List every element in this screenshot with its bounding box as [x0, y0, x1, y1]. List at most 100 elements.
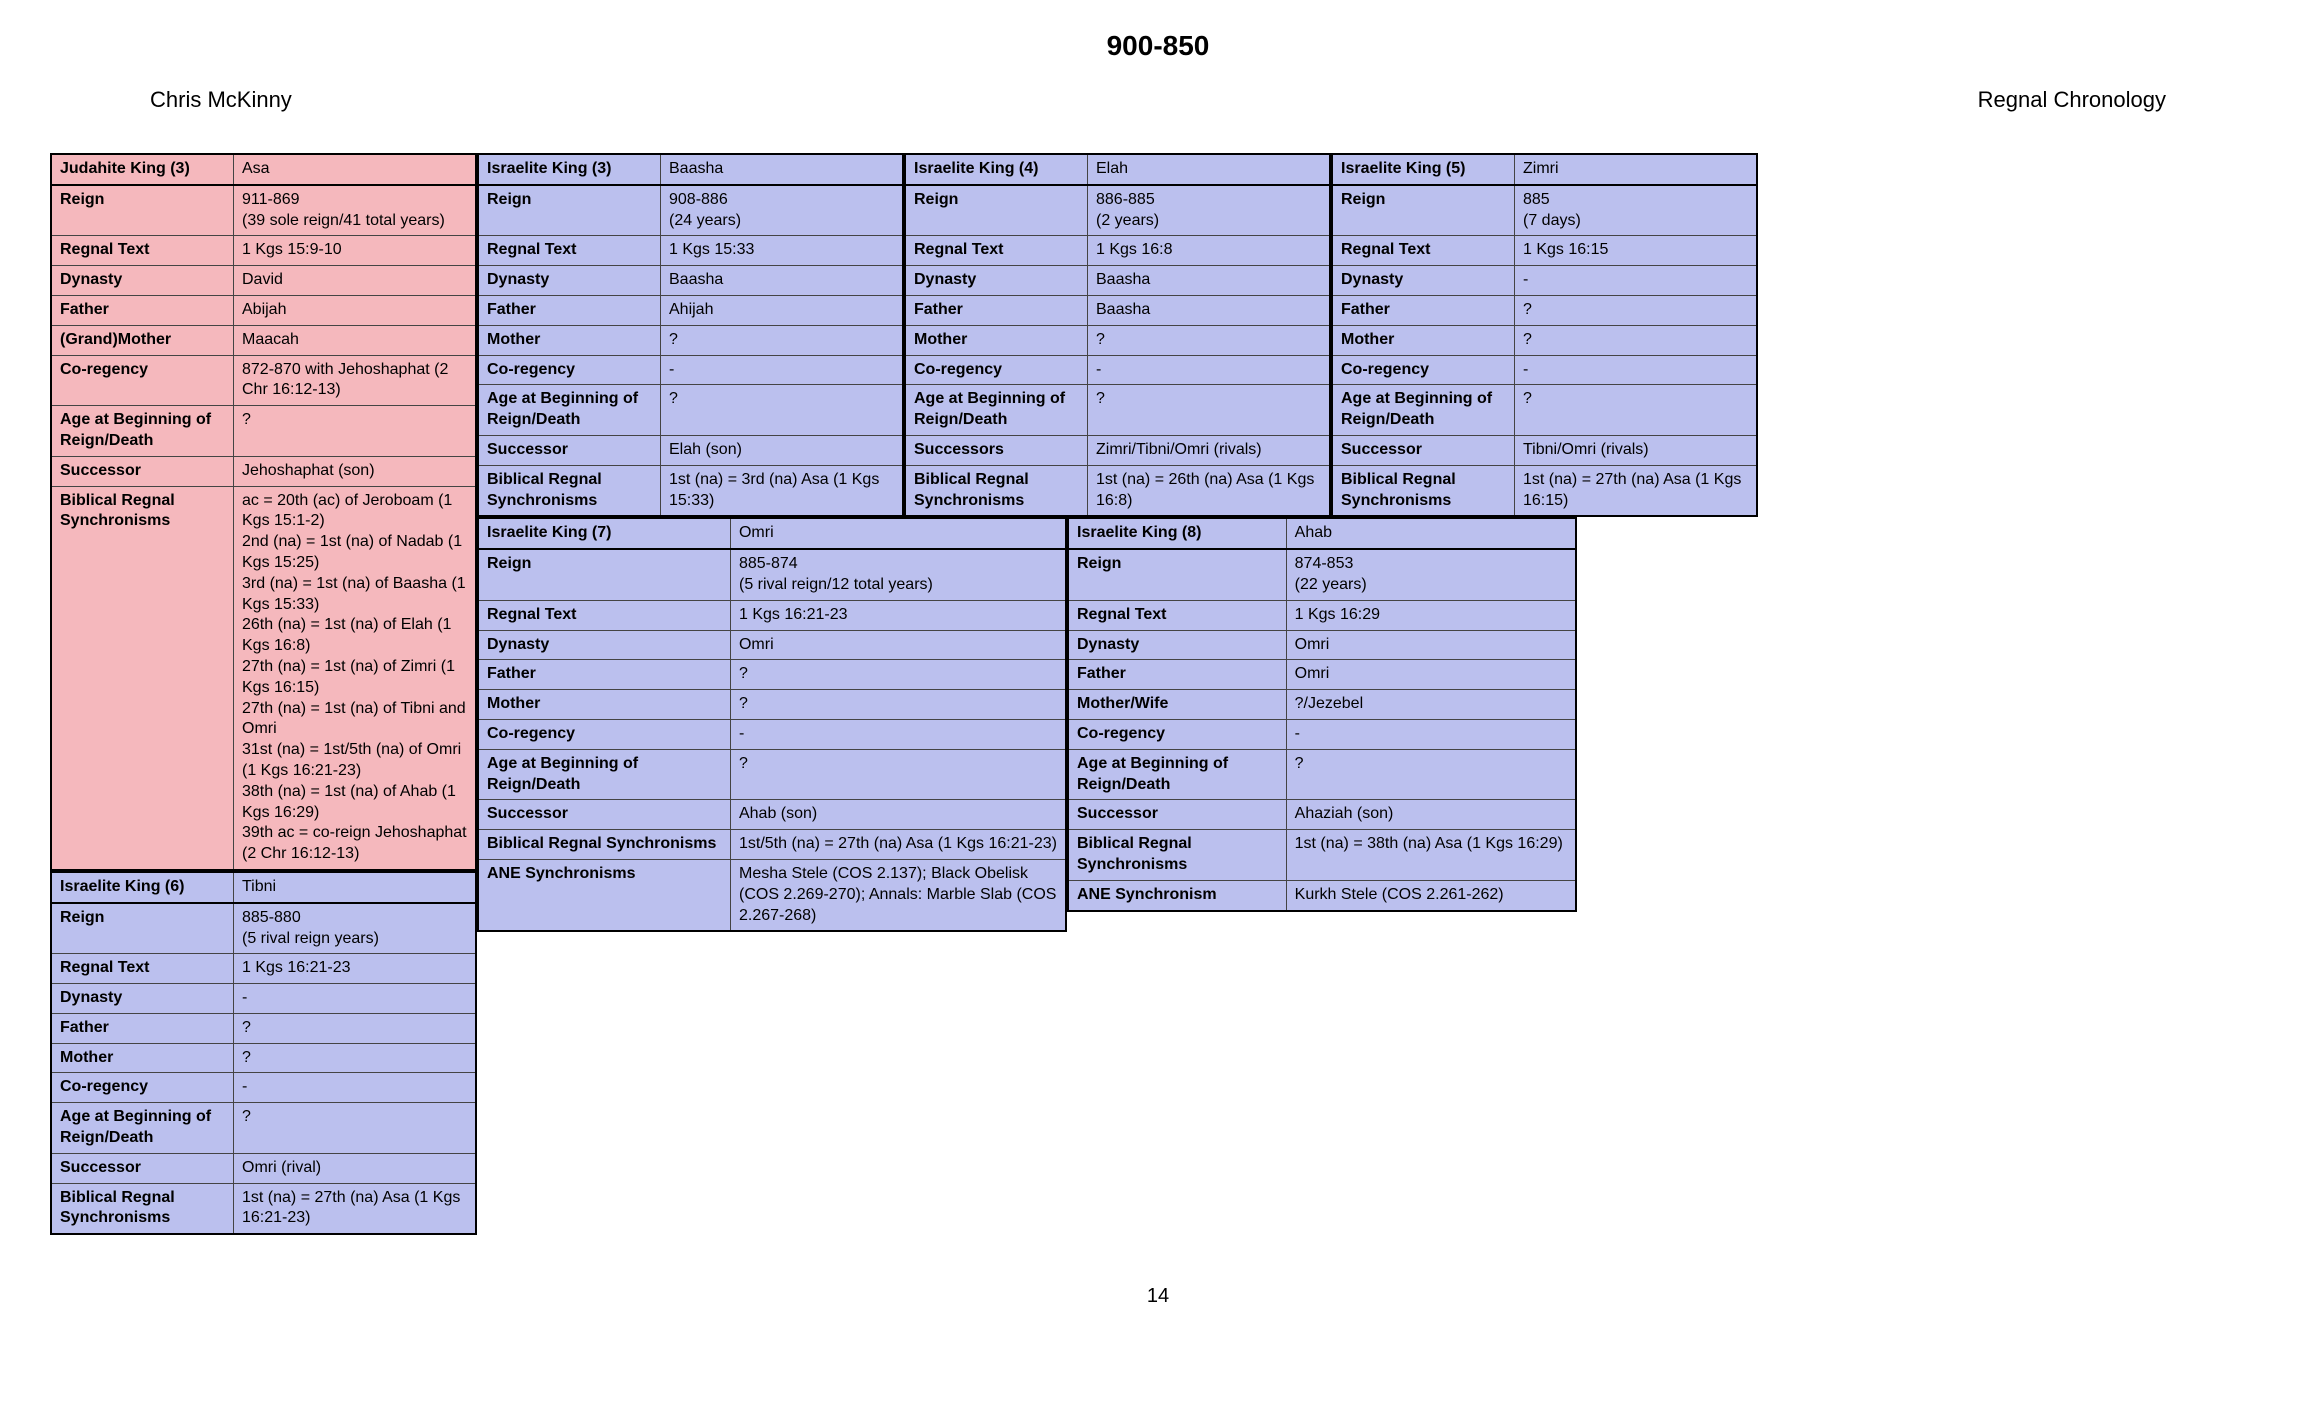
- card-israel-7: Israelite King (7)Omri Reign885-874 (5 r…: [477, 517, 1067, 932]
- row-value: ?: [730, 690, 1066, 720]
- row-label: Successor: [478, 800, 730, 830]
- row-label: Co-regency: [1332, 355, 1515, 385]
- row-label: Regnal Text: [905, 236, 1088, 266]
- row-value: Maacah: [234, 325, 477, 355]
- row-label: Dynasty: [1332, 266, 1515, 296]
- row-value: 1 Kgs 16:8: [1088, 236, 1331, 266]
- row-value: 874-853 (22 years): [1286, 549, 1576, 600]
- row-label: Reign: [478, 549, 730, 600]
- row-value: David: [234, 266, 477, 296]
- row-value: 1st (na) = 38th (na) Asa (1 Kgs 16:29): [1286, 830, 1576, 881]
- row-value: Baasha: [1088, 295, 1331, 325]
- row-label: ANE Synchronism: [1068, 880, 1286, 910]
- row-value: Elah (son): [661, 435, 904, 465]
- row-value: 1st (na) = 27th (na) Asa (1 Kgs 16:15): [1515, 465, 1758, 516]
- row-value: -: [730, 719, 1066, 749]
- row-value: Mesha Stele (COS 2.137); Black Obelisk (…: [730, 859, 1066, 931]
- row-value: 1st/5th (na) = 27th (na) Asa (1 Kgs 16:2…: [730, 830, 1066, 860]
- king-name: Ahab: [1286, 518, 1576, 549]
- row-label: Dynasty: [1068, 630, 1286, 660]
- card-israel-4: Israelite King (4)Elah Reign886-885 (2 y…: [904, 153, 1331, 517]
- row-value: ?: [1088, 325, 1331, 355]
- card-title: Israelite King (6): [51, 872, 234, 903]
- row-label: Age at Beginning of Reign/Death: [478, 385, 661, 436]
- row-label: Dynasty: [51, 984, 234, 1014]
- row-value: 1 Kgs 16:29: [1286, 600, 1576, 630]
- row-value: 1st (na) = 27th (na) Asa (1 Kgs 16:21-23…: [234, 1183, 477, 1234]
- king-name: Tibni: [234, 872, 477, 903]
- row-value: ?: [1515, 295, 1758, 325]
- row-label: Dynasty: [51, 266, 234, 296]
- row-label: Age at Beginning of Reign/Death: [1068, 749, 1286, 800]
- row-value: 1 Kgs 16:21-23: [234, 954, 477, 984]
- row-label: Dynasty: [905, 266, 1088, 296]
- row-label: Father: [1332, 295, 1515, 325]
- row-label: Age at Beginning of Reign/Death: [51, 1103, 234, 1154]
- page-title: 900-850: [50, 30, 2266, 62]
- row-label: Successor: [1332, 435, 1515, 465]
- row-label: Regnal Text: [1332, 236, 1515, 266]
- row-value: 885 (7 days): [1515, 185, 1758, 236]
- row-label: Reign: [51, 185, 234, 236]
- row-value: -: [661, 355, 904, 385]
- row-value: ?/Jezebel: [1286, 690, 1576, 720]
- row-label: Age at Beginning of Reign/Death: [905, 385, 1088, 436]
- row-label: Regnal Text: [51, 236, 234, 266]
- row-label: Biblical Regnal Synchronisms: [478, 465, 661, 516]
- row-value: 885-874 (5 rival reign/12 total years): [730, 549, 1066, 600]
- row-label: Mother: [478, 690, 730, 720]
- row-value: ?: [1515, 325, 1758, 355]
- row-value: Omri (rival): [234, 1153, 477, 1183]
- king-name: Baasha: [661, 154, 904, 185]
- row-value: -: [234, 1073, 477, 1103]
- row-value: ?: [730, 749, 1066, 800]
- row-label: Regnal Text: [478, 236, 661, 266]
- row-value: 885-880 (5 rival reign years): [234, 903, 477, 954]
- row-value: 908-886 (24 years): [661, 185, 904, 236]
- row-label: Co-regency: [1068, 719, 1286, 749]
- row-label: Successor: [478, 435, 661, 465]
- row-value: ?: [730, 660, 1066, 690]
- row-label: Dynasty: [478, 630, 730, 660]
- row-label: Regnal Text: [478, 600, 730, 630]
- row-label: Biblical Regnal Synchronisms: [478, 830, 730, 860]
- card-title: Israelite King (3): [478, 154, 661, 185]
- card-israel-5: Israelite King (5)Zimri Reign885 (7 days…: [1331, 153, 1758, 517]
- row-value: ?: [1088, 385, 1331, 436]
- row-value: ?: [234, 1103, 477, 1154]
- row-label: ANE Synchronisms: [478, 859, 730, 931]
- row-value: 886-885 (2 years): [1088, 185, 1331, 236]
- row-label: (Grand)Mother: [51, 325, 234, 355]
- row-label: Father: [905, 295, 1088, 325]
- row-label: Mother: [478, 325, 661, 355]
- row-label: Co-regency: [51, 355, 234, 406]
- row-value: ?: [1286, 749, 1576, 800]
- row-label: Mother/Wife: [1068, 690, 1286, 720]
- king-name: Elah: [1088, 154, 1331, 185]
- page-number: 14: [50, 1285, 2266, 1308]
- card-israel-8: Israelite King (8)Ahab Reign874-853 (22 …: [1067, 517, 1577, 911]
- row-label: Age at Beginning of Reign/Death: [51, 406, 234, 457]
- king-name: Omri: [730, 518, 1066, 549]
- row-value: ?: [234, 1043, 477, 1073]
- card-judah-3: Judahite King (3)Asa Reign911-869 (39 so…: [50, 153, 477, 871]
- row-label: Successor: [1068, 800, 1286, 830]
- card-israel-6: Israelite King (6)Tibni Reign885-880 (5 …: [50, 871, 477, 1235]
- row-label: Reign: [51, 903, 234, 954]
- row-value: 911-869 (39 sole reign/41 total years): [234, 185, 477, 236]
- row-label: Father: [1068, 660, 1286, 690]
- row-value: Jehoshaphat (son): [234, 456, 477, 486]
- row-label: Co-regency: [478, 355, 661, 385]
- row-label: Regnal Text: [1068, 600, 1286, 630]
- author-left: Chris McKinny: [150, 87, 292, 113]
- row-value: Zimri/Tibni/Omri (rivals): [1088, 435, 1331, 465]
- row-value: ?: [234, 1013, 477, 1043]
- card-title: Israelite King (7): [478, 518, 730, 549]
- row-value: ?: [1515, 385, 1758, 436]
- row-value: 1 Kgs 16:21-23: [730, 600, 1066, 630]
- row-value: -: [1088, 355, 1331, 385]
- card-title: Israelite King (4): [905, 154, 1088, 185]
- row-value: -: [1515, 355, 1758, 385]
- card-title: Israelite King (8): [1068, 518, 1286, 549]
- row-label: Reign: [905, 185, 1088, 236]
